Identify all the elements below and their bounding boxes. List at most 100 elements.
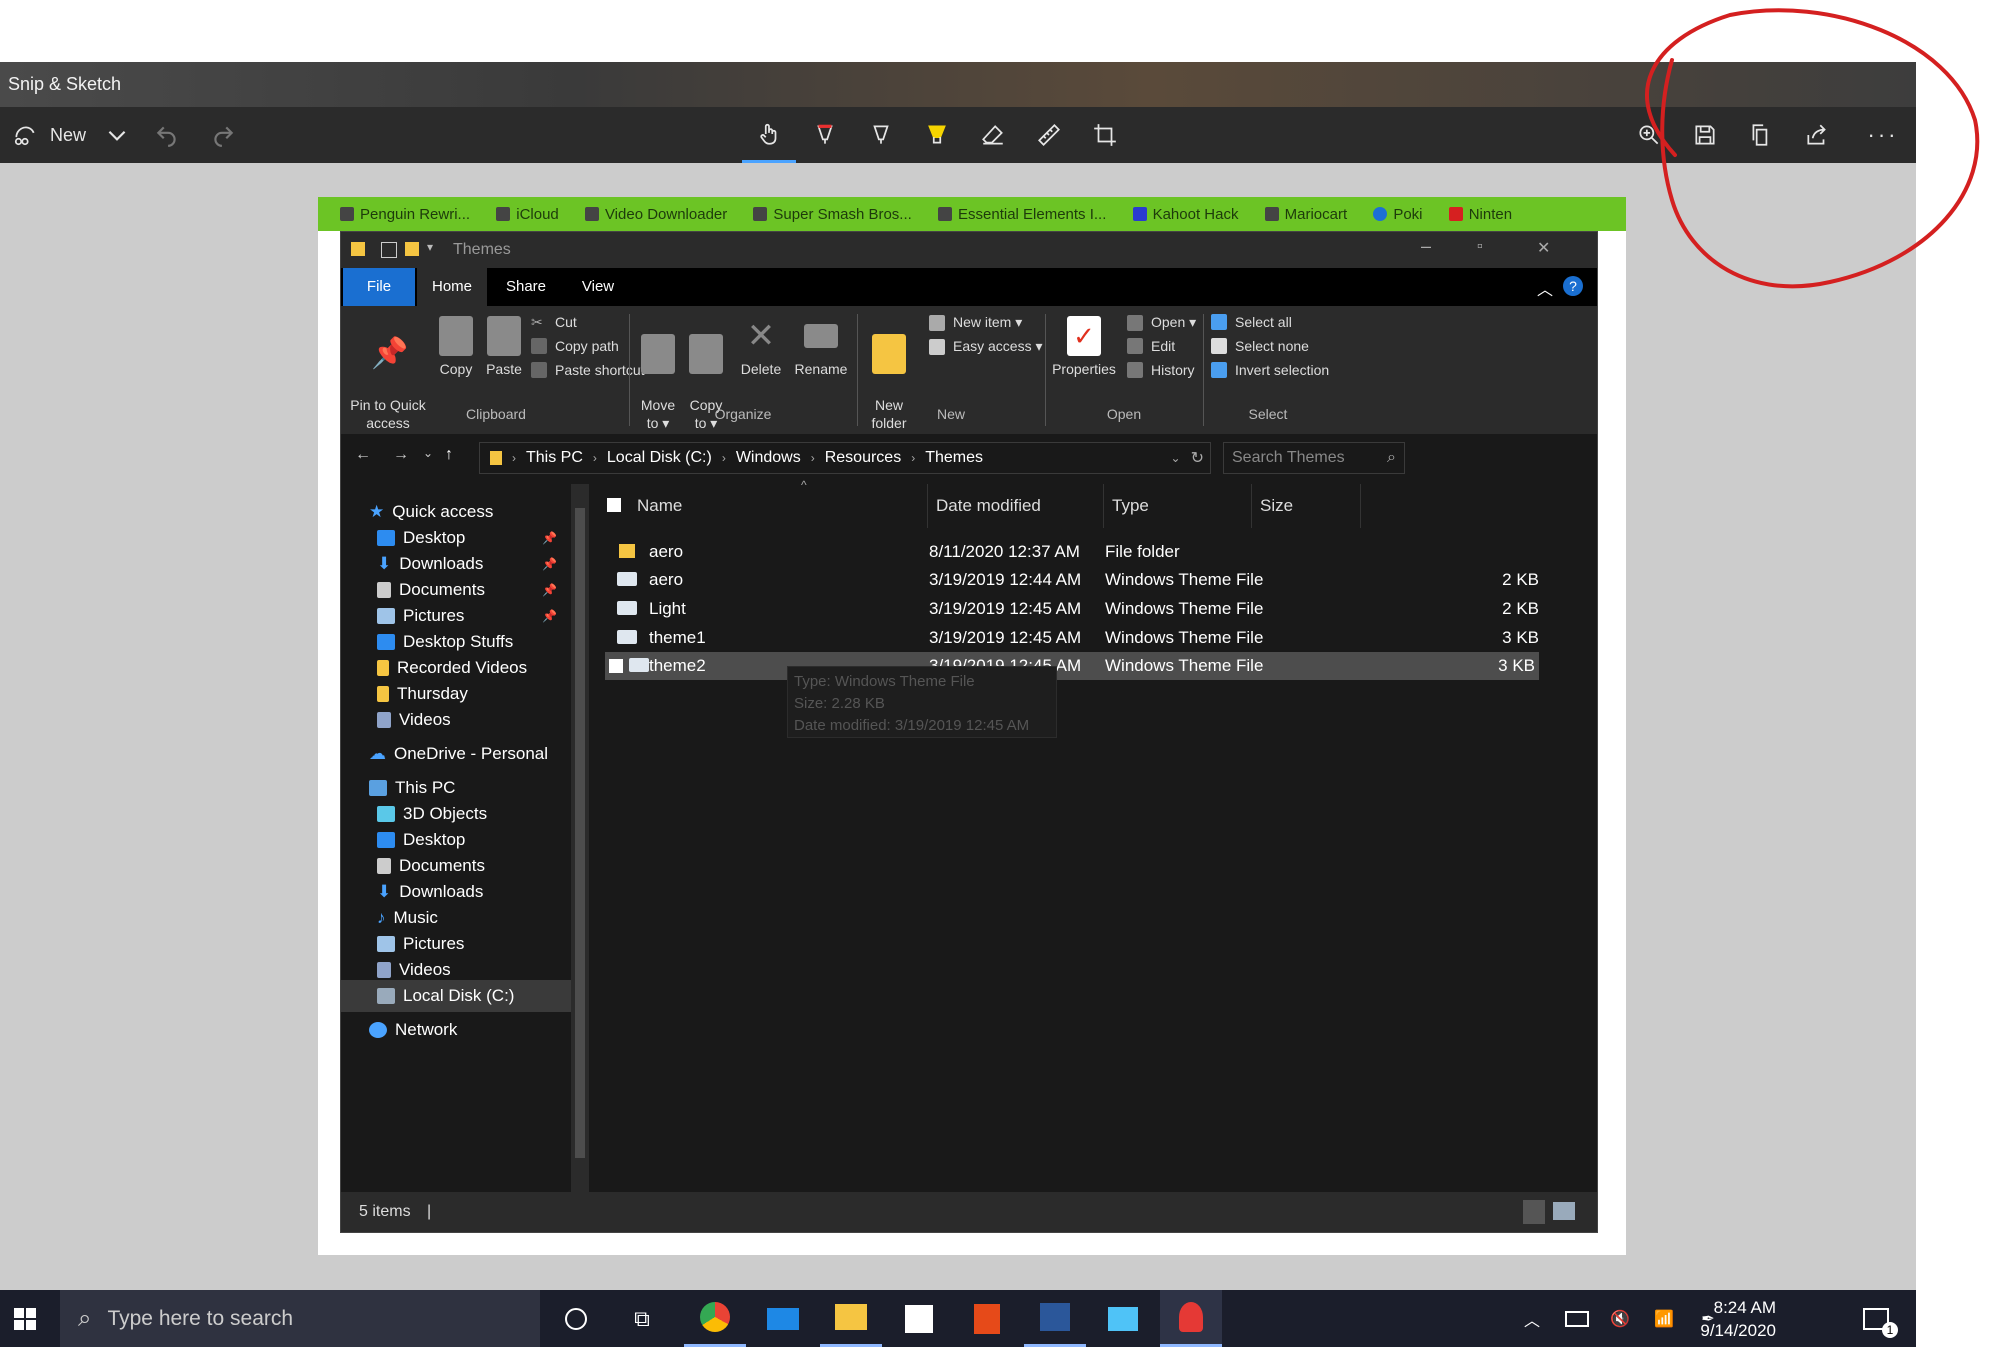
maximize-icon[interactable]: ▫	[1477, 238, 1483, 256]
collapse-ribbon-icon[interactable]: ︿	[1537, 276, 1553, 300]
taskbar-app-snip-sketch[interactable]	[1160, 1290, 1222, 1347]
redo-button[interactable]	[206, 107, 240, 163]
taskbar-app-control-panel[interactable]	[1092, 1290, 1154, 1347]
details-view-icon[interactable]	[1523, 1200, 1545, 1224]
start-button[interactable]	[0, 1290, 50, 1347]
minimize-icon[interactable]: –	[1421, 236, 1431, 257]
breadcrumb-resources[interactable]: Resources	[825, 449, 901, 467]
select-all-button[interactable]: Select all	[1211, 314, 1292, 330]
forward-icon[interactable]: →	[393, 446, 409, 464]
rename-button[interactable]: Rename	[791, 316, 851, 378]
close-icon[interactable]: ✕	[1537, 238, 1550, 258]
cut-button[interactable]: ✂ Cut	[531, 314, 577, 330]
edit-button[interactable]: Edit	[1127, 338, 1175, 354]
file-row[interactable]: Light 3/19/2019 12:45 AM Windows Theme F…	[609, 595, 1539, 623]
large-icons-view-icon[interactable]	[1553, 1202, 1575, 1220]
search-input[interactable]: Search Themes ⌕	[1223, 442, 1405, 474]
nav-item-local-disk[interactable]: Local Disk (C:)	[341, 980, 571, 1012]
breadcrumb-windows[interactable]: Windows	[736, 449, 801, 467]
taskbar-app-chrome[interactable]	[684, 1290, 746, 1347]
column-header-type[interactable]: Type	[1103, 484, 1252, 528]
undo-button[interactable]	[150, 107, 184, 163]
copy-ribbon-button[interactable]: Copy	[433, 316, 479, 378]
column-header-size[interactable]: Size	[1251, 484, 1361, 528]
back-icon[interactable]: ←	[355, 446, 371, 464]
taskbar-app-file-explorer[interactable]	[820, 1290, 882, 1347]
easy-access-button[interactable]: Easy access ▾	[929, 338, 1043, 355]
bookmark[interactable]: Mariocart	[1264, 197, 1347, 231]
row-checkbox[interactable]	[609, 659, 623, 673]
select-all-checkbox[interactable]	[607, 498, 621, 512]
ruler-button[interactable]	[1022, 107, 1076, 163]
up-icon[interactable]: ↑	[445, 446, 453, 464]
nav-item-videos[interactable]: Videos	[377, 704, 451, 736]
address-dropdown-icon[interactable]: ⌄	[1171, 451, 1181, 465]
properties-button[interactable]: ✓ Properties	[1049, 316, 1119, 378]
touch-writing-button[interactable]	[742, 107, 796, 163]
store-icon	[905, 1304, 933, 1333]
paste-shortcut-button[interactable]: Paste shortcut	[531, 362, 645, 378]
eraser-button[interactable]	[966, 107, 1020, 163]
invert-selection-button[interactable]: Invert selection	[1211, 362, 1329, 378]
taskbar-app-office[interactable]	[956, 1290, 1018, 1347]
taskbar-app-mail[interactable]	[752, 1290, 814, 1347]
pencil-button[interactable]	[854, 107, 908, 163]
tab-home[interactable]: Home	[417, 268, 487, 306]
file-row[interactable]: theme1 3/19/2019 12:45 AM Windows Theme …	[609, 624, 1539, 652]
cortana-button[interactable]	[548, 1290, 604, 1347]
properties-qat-icon[interactable]	[381, 242, 397, 258]
file-row[interactable]: aero 8/11/2020 12:37 AM File folder	[609, 538, 1539, 566]
paste-button[interactable]: Paste	[481, 316, 527, 378]
new-snip-button[interactable]: New	[6, 107, 86, 163]
clock[interactable]: 8:24 AM 9/14/2020	[1700, 1296, 1776, 1342]
taskbar-app-word[interactable]	[1024, 1290, 1086, 1347]
action-center-button[interactable]: 1	[1856, 1290, 1898, 1347]
task-view-button[interactable]: ⧉	[614, 1290, 670, 1347]
column-header-name[interactable]: Name	[637, 484, 927, 528]
ballpoint-pen-button[interactable]	[798, 107, 852, 163]
nav-onedrive[interactable]: ☁ OneDrive - Personal	[369, 738, 548, 770]
breadcrumb-themes[interactable]: Themes	[925, 449, 983, 467]
bookmark[interactable]: Essential Elements I...	[938, 197, 1106, 231]
file-date: 3/19/2019 12:45 AM	[929, 628, 1082, 647]
refresh-icon[interactable]: ↻	[1191, 448, 1204, 468]
volume-button[interactable]: 🔇	[1602, 1290, 1638, 1347]
recent-locations-icon[interactable]: ⌄	[423, 446, 433, 460]
history-button[interactable]: History	[1127, 362, 1195, 378]
bookmark[interactable]: Poki	[1373, 197, 1423, 231]
show-hidden-icons-button[interactable]: ︿	[1516, 1290, 1548, 1347]
nav-scrollbar[interactable]	[571, 484, 589, 1192]
select-none-button[interactable]: Select none	[1211, 338, 1309, 354]
copy-path-button[interactable]: Copy path	[531, 338, 619, 354]
open-button[interactable]: Open ▾	[1127, 314, 1196, 331]
new-item-button[interactable]: New item ▾	[929, 314, 1022, 331]
office-icon	[974, 1303, 1000, 1334]
bookmark[interactable]: Super Smash Bros...	[753, 197, 912, 231]
taskbar-search[interactable]: ⌕ Type here to search	[60, 1290, 540, 1347]
nav-network[interactable]: Network	[369, 1014, 457, 1046]
bookmark[interactable]: Kahoot Hack	[1132, 197, 1238, 231]
tab-view[interactable]: View	[563, 268, 633, 306]
battery-button[interactable]	[1560, 1290, 1594, 1347]
tab-share[interactable]: Share	[491, 268, 561, 306]
file-row-selected[interactable]: theme2 3/19/2019 12:45 AM Windows Theme …	[605, 652, 1539, 680]
new-dropdown-button[interactable]	[100, 107, 134, 163]
crop-button[interactable]	[1078, 107, 1132, 163]
taskbar-app-store[interactable]	[888, 1290, 950, 1347]
file-row[interactable]: aero 3/19/2019 12:44 AM Windows Theme Fi…	[609, 566, 1539, 594]
address-bar[interactable]: › This PC › Local Disk (C:) › Windows › …	[479, 442, 1211, 474]
highlighter-button[interactable]	[910, 107, 964, 163]
breadcrumb-this-pc[interactable]: This PC	[526, 449, 583, 467]
column-header-date[interactable]: Date modified	[927, 484, 1106, 528]
bookmark[interactable]: iCloud	[496, 197, 559, 231]
network-button[interactable]: 📶	[1646, 1290, 1682, 1347]
bookmark[interactable]: Video Downloader	[584, 197, 727, 231]
breadcrumb-local-disk[interactable]: Local Disk (C:)	[607, 449, 712, 467]
qat-dropdown-icon[interactable]: ▾	[427, 240, 433, 254]
tab-file[interactable]: File	[343, 268, 415, 306]
delete-button[interactable]: ✕ Delete	[735, 316, 787, 378]
scrollbar-thumb[interactable]	[575, 508, 585, 1158]
new-folder-qat-icon[interactable]	[405, 242, 419, 256]
bookmark[interactable]: Ninten	[1448, 197, 1512, 231]
bookmark[interactable]: Penguin Rewri...	[340, 197, 470, 231]
